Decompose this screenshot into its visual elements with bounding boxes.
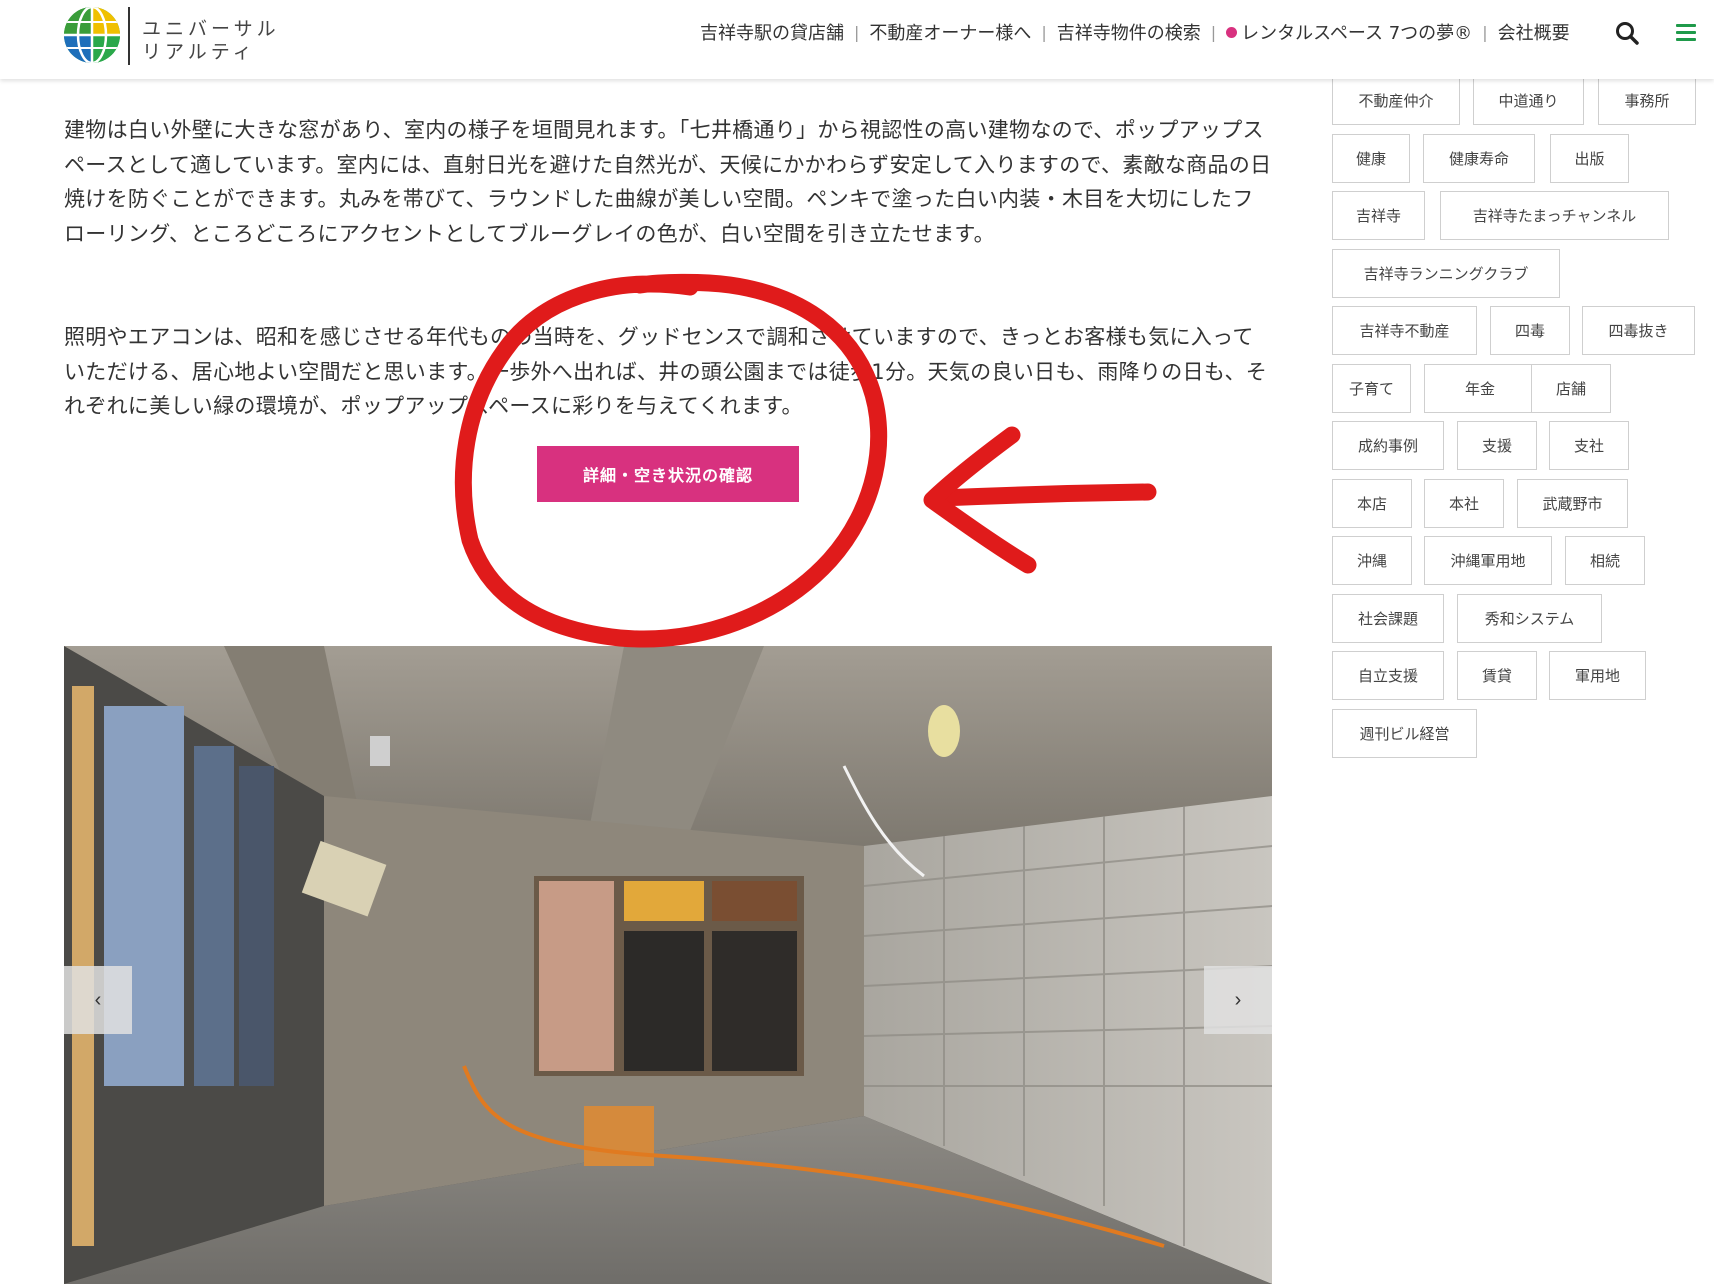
- hamburger-menu-icon[interactable]: [1676, 24, 1696, 42]
- tag-item[interactable]: 健康: [1332, 134, 1410, 183]
- tag-item[interactable]: 武蔵野市: [1517, 479, 1628, 528]
- main-nav: 吉祥寺駅の貸店舗 | 不動産オーナー様へ | 吉祥寺物件の検索 | レンタルスペ…: [700, 19, 1570, 45]
- search-icon[interactable]: [1614, 20, 1640, 46]
- logo-divider: [128, 7, 130, 65]
- nav-item-rental-space-label: レンタルスペース 7つの夢®: [1241, 23, 1473, 44]
- tag-item[interactable]: 四毒抜き: [1582, 306, 1695, 355]
- article-paragraph-1: 建物は白い外壁に大きな窓があり、室内の様子を垣間見れます。「七井橋通り」から視認…: [64, 118, 1272, 246]
- article-paragraph-2: 照明やエアコンは、昭和を感じさせる年代ものの当時を、グッドセンスで調和させていま…: [64, 325, 1268, 418]
- nav-item-owners[interactable]: 不動産オーナー様へ: [869, 19, 1031, 45]
- tag-item[interactable]: 健康寿命: [1423, 134, 1535, 183]
- site-logo[interactable]: ユニバーサル リアルティ: [62, 5, 282, 65]
- annotation-arrow-shaft: [931, 483, 1157, 507]
- tag-item[interactable]: 年金: [1424, 364, 1536, 413]
- tag-item[interactable]: 沖縄軍用地: [1424, 536, 1552, 585]
- nav-item-kichijoji-shops[interactable]: 吉祥寺駅の貸店舗: [700, 19, 844, 45]
- tag-item[interactable]: 吉祥寺たまっチャンネル: [1440, 191, 1669, 240]
- tag-item[interactable]: 沖縄: [1332, 536, 1412, 585]
- site-header: ユニバーサル リアルティ 吉祥寺駅の貸店舗 | 不動産オーナー様へ | 吉祥寺物…: [0, 0, 1714, 79]
- tag-item[interactable]: 中道通り: [1473, 76, 1584, 125]
- slider-prev-button[interactable]: ‹: [64, 966, 132, 1034]
- globe-logo-icon: [64, 7, 120, 63]
- check-availability-button[interactable]: 詳細・空き状況の確認: [537, 446, 799, 502]
- tag-item[interactable]: 賃貸: [1457, 651, 1537, 700]
- tag-item[interactable]: 出版: [1550, 134, 1629, 183]
- tag-item[interactable]: 支援: [1457, 421, 1537, 470]
- tag-item[interactable]: 自立支援: [1332, 651, 1444, 700]
- tag-item[interactable]: 相続: [1565, 536, 1645, 585]
- nav-separator: |: [1210, 22, 1217, 42]
- tag-item[interactable]: 吉祥寺不動産: [1332, 306, 1477, 355]
- tag-item[interactable]: 本社: [1424, 479, 1504, 528]
- nav-separator: |: [1041, 22, 1047, 42]
- tag-item[interactable]: 店舗: [1531, 364, 1611, 413]
- tag-item[interactable]: 社会課題: [1332, 594, 1444, 643]
- slider-next-button[interactable]: ›: [1204, 966, 1272, 1034]
- tag-item[interactable]: 成約事例: [1332, 421, 1444, 470]
- logo-text-line2: リアルティ: [142, 41, 256, 63]
- tag-item[interactable]: 不動産仲介: [1332, 76, 1460, 125]
- tag-item[interactable]: 本店: [1332, 479, 1412, 528]
- nav-separator: |: [1482, 22, 1488, 42]
- nav-item-property-search[interactable]: 吉祥寺物件の検索: [1057, 19, 1201, 45]
- tag-item[interactable]: 四毒: [1490, 306, 1570, 355]
- tag-item[interactable]: 子育て: [1332, 364, 1411, 413]
- room-interior-photo: [64, 646, 1272, 1284]
- tag-item[interactable]: 週刊ビル経営: [1332, 709, 1477, 758]
- nav-separator: |: [854, 22, 860, 42]
- photo-slider: ‹ ›: [64, 646, 1272, 1284]
- tag-item[interactable]: 秀和システム: [1457, 594, 1602, 643]
- annotation-arrow-head: [923, 426, 1037, 574]
- tag-item[interactable]: 吉祥寺: [1332, 191, 1425, 240]
- tag-item[interactable]: 支社: [1549, 421, 1629, 470]
- tag-item[interactable]: 吉祥寺ランニングクラブ: [1332, 249, 1560, 298]
- tag-item[interactable]: 軍用地: [1549, 651, 1646, 700]
- nav-item-company[interactable]: 会社概要: [1498, 19, 1570, 45]
- pink-dot-icon: [1226, 26, 1238, 38]
- nav-item-rental-space[interactable]: レンタルスペース 7つの夢®: [1226, 19, 1472, 45]
- tag-item[interactable]: 事務所: [1598, 76, 1696, 125]
